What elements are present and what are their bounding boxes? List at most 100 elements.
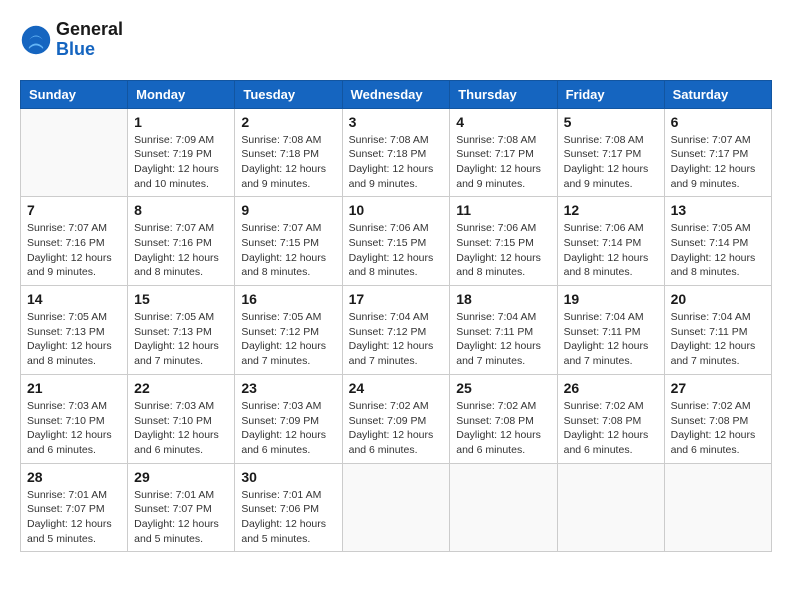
cell-info: Sunrise: 7:07 AM Sunset: 7:16 PM Dayligh… [27,221,121,280]
day-number: 8 [134,202,228,218]
cell-info: Sunrise: 7:06 AM Sunset: 7:15 PM Dayligh… [456,221,550,280]
calendar-cell: 20 Sunrise: 7:04 AM Sunset: 7:11 PM Dayli… [664,286,771,375]
cell-info: Sunrise: 7:06 AM Sunset: 7:14 PM Dayligh… [564,221,658,280]
cell-info: Sunrise: 7:01 AM Sunset: 7:07 PM Dayligh… [27,488,121,547]
cell-info: Sunrise: 7:08 AM Sunset: 7:17 PM Dayligh… [564,133,658,192]
day-number: 25 [456,380,550,396]
calendar-cell [21,108,128,197]
calendar-cell: 27 Sunrise: 7:02 AM Sunset: 7:08 PM Dayli… [664,374,771,463]
cell-info: Sunrise: 7:04 AM Sunset: 7:12 PM Dayligh… [349,310,444,369]
calendar-cell: 15 Sunrise: 7:05 AM Sunset: 7:13 PM Dayli… [128,286,235,375]
header-monday: Monday [128,80,235,108]
day-number: 1 [134,114,228,130]
calendar-cell: 29 Sunrise: 7:01 AM Sunset: 7:07 PM Dayli… [128,463,235,552]
day-number: 22 [134,380,228,396]
calendar-cell: 2 Sunrise: 7:08 AM Sunset: 7:18 PM Daylig… [235,108,342,197]
week-row-3: 14Sunrise: 7:05 AM Sunset: 7:13 PM Dayli… [21,286,772,375]
logo-general: General [56,19,123,39]
day-number: 27 [671,380,765,396]
cell-info: Sunrise: 7:01 AM Sunset: 7:07 PM Dayligh… [134,488,228,547]
day-number: 9 [241,202,335,218]
calendar-cell: 24 Sunrise: 7:02 AM Sunset: 7:09 PM Dayli… [342,374,450,463]
header-thursday: Thursday [450,80,557,108]
calendar-cell: 3 Sunrise: 7:08 AM Sunset: 7:18 PM Daylig… [342,108,450,197]
cell-info: Sunrise: 7:05 AM Sunset: 7:12 PM Dayligh… [241,310,335,369]
cell-info: Sunrise: 7:02 AM Sunset: 7:09 PM Dayligh… [349,399,444,458]
day-number: 3 [349,114,444,130]
calendar-cell: 26Sunrise: 7:02 AM Sunset: 7:08 PM Dayli… [557,374,664,463]
cell-info: Sunrise: 7:04 AM Sunset: 7:11 PM Dayligh… [456,310,550,369]
day-number: 5 [564,114,658,130]
calendar-cell [557,463,664,552]
day-number: 10 [349,202,444,218]
week-row-1: 1 Sunrise: 7:09 AM Sunset: 7:19 PM Daylig… [21,108,772,197]
cell-info: Sunrise: 7:07 AM Sunset: 7:17 PM Dayligh… [671,133,765,192]
cell-info: Sunrise: 7:08 AM Sunset: 7:18 PM Dayligh… [349,133,444,192]
day-number: 11 [456,202,550,218]
calendar-cell [450,463,557,552]
calendar-body: 1 Sunrise: 7:09 AM Sunset: 7:19 PM Daylig… [21,108,772,552]
calendar-cell: 10 Sunrise: 7:06 AM Sunset: 7:15 PM Dayli… [342,197,450,286]
cell-info: Sunrise: 7:05 AM Sunset: 7:13 PM Dayligh… [134,310,228,369]
calendar-cell: 11 Sunrise: 7:06 AM Sunset: 7:15 PM Dayli… [450,197,557,286]
header-wednesday: Wednesday [342,80,450,108]
day-number: 7 [27,202,121,218]
cell-info: Sunrise: 7:05 AM Sunset: 7:14 PM Dayligh… [671,221,765,280]
logo-blue: Blue [56,39,95,59]
cell-info: Sunrise: 7:04 AM Sunset: 7:11 PM Dayligh… [564,310,658,369]
calendar-cell: 25 Sunrise: 7:02 AM Sunset: 7:08 PM Dayli… [450,374,557,463]
day-number: 18 [456,291,550,307]
week-row-5: 28Sunrise: 7:01 AM Sunset: 7:07 PM Dayli… [21,463,772,552]
day-number: 23 [241,380,335,396]
calendar-cell: 19 Sunrise: 7:04 AM Sunset: 7:11 PM Dayli… [557,286,664,375]
day-number: 30 [241,469,335,485]
day-number: 21 [27,380,121,396]
header-tuesday: Tuesday [235,80,342,108]
cell-info: Sunrise: 7:08 AM Sunset: 7:18 PM Dayligh… [241,133,335,192]
cell-info: Sunrise: 7:08 AM Sunset: 7:17 PM Dayligh… [456,133,550,192]
day-number: 26 [564,380,658,396]
day-number: 20 [671,291,765,307]
calendar-cell: 7 Sunrise: 7:07 AM Sunset: 7:16 PM Daylig… [21,197,128,286]
cell-info: Sunrise: 7:06 AM Sunset: 7:15 PM Dayligh… [349,221,444,280]
day-number: 19 [564,291,658,307]
cell-info: Sunrise: 7:05 AM Sunset: 7:13 PM Dayligh… [27,310,121,369]
cell-info: Sunrise: 7:02 AM Sunset: 7:08 PM Dayligh… [671,399,765,458]
calendar-cell [664,463,771,552]
cell-info: Sunrise: 7:03 AM Sunset: 7:09 PM Dayligh… [241,399,335,458]
day-number: 16 [241,291,335,307]
calendar-cell: 23 Sunrise: 7:03 AM Sunset: 7:09 PM Dayli… [235,374,342,463]
calendar-cell: 4 Sunrise: 7:08 AM Sunset: 7:17 PM Daylig… [450,108,557,197]
calendar-header: SundayMondayTuesdayWednesdayThursdayFrid… [21,80,772,108]
day-number: 6 [671,114,765,130]
calendar-cell: 18 Sunrise: 7:04 AM Sunset: 7:11 PM Dayli… [450,286,557,375]
header-friday: Friday [557,80,664,108]
day-number: 17 [349,291,444,307]
day-number: 15 [134,291,228,307]
day-number: 24 [349,380,444,396]
header-saturday: Saturday [664,80,771,108]
cell-info: Sunrise: 7:03 AM Sunset: 7:10 PM Dayligh… [27,399,121,458]
calendar-cell: 21 Sunrise: 7:03 AM Sunset: 7:10 PM Dayli… [21,374,128,463]
day-number: 29 [134,469,228,485]
cell-info: Sunrise: 7:02 AM Sunset: 7:08 PM Dayligh… [456,399,550,458]
calendar-cell: 9Sunrise: 7:07 AM Sunset: 7:15 PM Daylig… [235,197,342,286]
calendar-cell: 1 Sunrise: 7:09 AM Sunset: 7:19 PM Daylig… [128,108,235,197]
logo: General Blue [20,20,123,60]
week-row-2: 7 Sunrise: 7:07 AM Sunset: 7:16 PM Daylig… [21,197,772,286]
day-number: 4 [456,114,550,130]
cell-info: Sunrise: 7:09 AM Sunset: 7:19 PM Dayligh… [134,133,228,192]
calendar-cell: 13 Sunrise: 7:05 AM Sunset: 7:14 PM Dayli… [664,197,771,286]
day-number: 13 [671,202,765,218]
cell-info: Sunrise: 7:04 AM Sunset: 7:11 PM Dayligh… [671,310,765,369]
cell-info: Sunrise: 7:07 AM Sunset: 7:16 PM Dayligh… [134,221,228,280]
calendar-cell: 16 Sunrise: 7:05 AM Sunset: 7:12 PM Dayli… [235,286,342,375]
day-number: 2 [241,114,335,130]
calendar-cell: 28Sunrise: 7:01 AM Sunset: 7:07 PM Dayli… [21,463,128,552]
calendar-cell: 17 Sunrise: 7:04 AM Sunset: 7:12 PM Dayli… [342,286,450,375]
calendar-table: SundayMondayTuesdayWednesdayThursdayFrid… [20,80,772,553]
week-row-4: 21 Sunrise: 7:03 AM Sunset: 7:10 PM Dayli… [21,374,772,463]
cell-info: Sunrise: 7:01 AM Sunset: 7:06 PM Dayligh… [241,488,335,547]
calendar-cell: 6 Sunrise: 7:07 AM Sunset: 7:17 PM Daylig… [664,108,771,197]
calendar-cell: 8 Sunrise: 7:07 AM Sunset: 7:16 PM Daylig… [128,197,235,286]
